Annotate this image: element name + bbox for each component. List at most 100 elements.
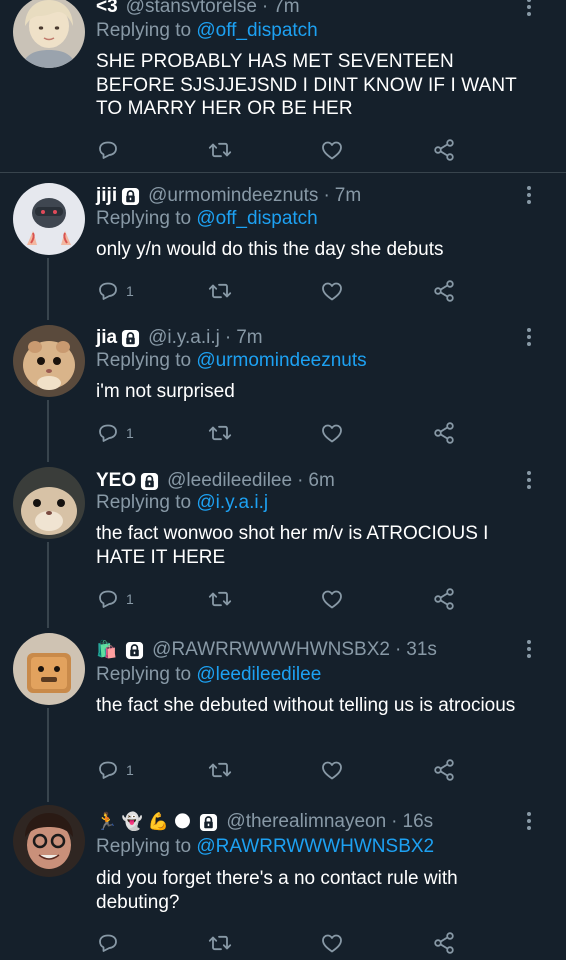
retweet-icon	[208, 421, 232, 445]
username[interactable]: @RAWRRWWWHWNSBX2	[152, 638, 390, 662]
like-button[interactable]	[320, 757, 344, 783]
heart-icon	[320, 931, 344, 955]
like-button[interactable]	[320, 420, 344, 446]
timestamp[interactable]: 7m	[335, 184, 361, 208]
share-button[interactable]	[432, 278, 456, 304]
more-options-icon[interactable]	[522, 184, 536, 206]
tweet-header: jia @i.y.a.i.j · 7m	[96, 326, 263, 350]
replying-prefix: Replying to	[96, 350, 197, 371]
tweet-header: 🏃 👻 💪 🌑 @therealimnayeon · 16s	[96, 810, 433, 834]
replying-to-link[interactable]: @off_dispatch	[196, 20, 317, 41]
retweet-button[interactable]	[208, 137, 232, 163]
display-name[interactable]: jiji	[96, 184, 117, 208]
thread-line	[47, 542, 49, 628]
tweet-header: jiji @urmomindeeznuts · 7m	[96, 184, 361, 208]
tweet-text: only y/n would do this the day she debut…	[96, 239, 444, 260]
retweet-button[interactable]	[208, 420, 232, 446]
share-icon	[432, 421, 456, 445]
share-button[interactable]	[432, 137, 456, 163]
heart-icon	[320, 758, 344, 782]
reply-bubble-icon	[96, 587, 120, 611]
more-options-icon[interactable]	[522, 638, 536, 660]
avatar[interactable]	[13, 805, 85, 877]
like-button[interactable]	[320, 137, 344, 163]
separator-dot: ·	[297, 470, 304, 491]
avatar[interactable]	[13, 0, 85, 68]
retweet-button[interactable]	[208, 930, 232, 956]
share-icon	[432, 138, 456, 162]
reply-bubble-icon	[96, 421, 120, 445]
reply-count: 1	[126, 425, 134, 441]
lock-icon	[121, 329, 140, 348]
like-button[interactable]	[320, 930, 344, 956]
retweet-icon	[208, 758, 232, 782]
replying-to-link[interactable]: @i.y.a.i.j	[196, 492, 268, 513]
avatar[interactable]	[13, 183, 85, 255]
like-button[interactable]	[320, 586, 344, 612]
tweet-actions: 1	[96, 278, 476, 304]
username[interactable]: @stansvtorelse	[126, 0, 257, 19]
replying-prefix: Replying to	[96, 208, 197, 229]
display-name[interactable]: 🛍️	[96, 638, 117, 662]
separator-dot: ·	[224, 327, 232, 348]
tweet-actions: 1	[96, 420, 476, 446]
timestamp[interactable]: 7m	[273, 0, 299, 19]
more-options-icon[interactable]	[522, 0, 536, 18]
replying-to-link[interactable]: @off_dispatch	[196, 208, 317, 229]
reply-count: 1	[126, 762, 134, 778]
reply-button[interactable]: 1	[96, 757, 134, 783]
reply-button[interactable]: 1	[96, 278, 134, 304]
replying-prefix: Replying to	[96, 836, 197, 857]
replying-to-link[interactable]: @RAWRRWWWHWNSBX2	[196, 836, 434, 857]
timestamp[interactable]: 6m	[308, 469, 334, 493]
reply-bubble-icon	[96, 138, 120, 162]
heart-icon	[320, 421, 344, 445]
display-name[interactable]: jia	[96, 326, 117, 350]
retweet-icon	[208, 931, 232, 955]
more-options-icon[interactable]	[522, 326, 536, 348]
reply-button[interactable]: 1	[96, 420, 134, 446]
retweet-button[interactable]	[208, 757, 232, 783]
share-button[interactable]	[432, 757, 456, 783]
timestamp[interactable]: 16s	[403, 810, 434, 834]
tweet-text: the fact wonwoo shot her m/v is ATROCIOU…	[96, 523, 489, 568]
lock-icon	[121, 187, 140, 206]
more-options-icon[interactable]	[522, 469, 536, 491]
share-button[interactable]	[432, 420, 456, 446]
retweet-icon	[208, 279, 232, 303]
avatar[interactable]	[13, 467, 85, 539]
replying-to-link[interactable]: @urmomindeeznuts	[196, 350, 366, 371]
replying-to: Replying to @urmomindeeznuts	[96, 349, 367, 373]
share-icon	[432, 587, 456, 611]
share-button[interactable]	[432, 930, 456, 956]
tweet[interactable]: <3 @stansvtorelse · 7m Replying to @off_…	[0, 0, 566, 172]
reply-bubble-icon	[96, 279, 120, 303]
separator-dot: ·	[261, 0, 269, 17]
reply-bubble-icon	[96, 758, 120, 782]
like-button[interactable]	[320, 278, 344, 304]
reply-button[interactable]	[96, 137, 120, 163]
separator-dot: ·	[323, 185, 330, 206]
reply-button[interactable]: 1	[96, 586, 134, 612]
username[interactable]: @i.y.a.i.j	[148, 326, 220, 350]
display-name[interactable]: 🏃 👻 💪 🌑	[96, 810, 191, 834]
avatar[interactable]	[13, 633, 85, 705]
username[interactable]: @leedileedilee	[167, 469, 292, 493]
share-button[interactable]	[432, 586, 456, 612]
username[interactable]: @urmomindeeznuts	[148, 184, 318, 208]
avatar[interactable]	[13, 325, 85, 397]
reply-button[interactable]	[96, 930, 120, 956]
retweet-button[interactable]	[208, 586, 232, 612]
share-icon	[432, 758, 456, 782]
display-name[interactable]: YEO	[96, 469, 136, 493]
timestamp[interactable]: 31s	[406, 638, 437, 662]
timestamp[interactable]: 7m	[236, 326, 262, 350]
display-name[interactable]: <3	[96, 0, 118, 19]
username[interactable]: @therealimnayeon	[226, 810, 386, 834]
tweet-actions: 1	[96, 757, 476, 783]
retweet-button[interactable]	[208, 278, 232, 304]
reply-count: 1	[126, 283, 134, 299]
tweet-text: did you forget there's a no contact rule…	[96, 868, 458, 913]
replying-to-link[interactable]: @leedileedilee	[196, 664, 321, 685]
more-options-icon[interactable]	[522, 810, 536, 832]
